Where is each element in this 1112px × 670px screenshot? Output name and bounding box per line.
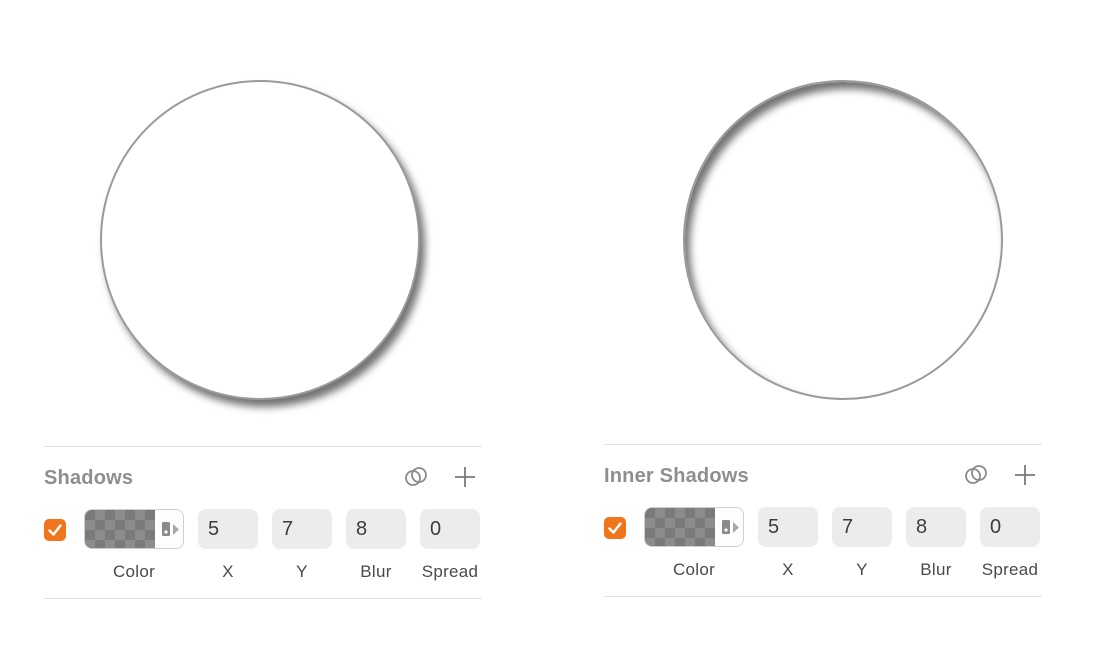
shadow-spread-input[interactable]: 0 xyxy=(420,509,480,549)
checkmark-icon xyxy=(608,522,622,534)
plus-icon[interactable] xyxy=(452,464,478,490)
spread-label: Spread xyxy=(421,562,479,581)
divider xyxy=(604,444,1042,445)
shadow-x-input[interactable]: 5 xyxy=(198,509,258,549)
divider xyxy=(44,446,482,447)
inner-shadow-blur-input[interactable]: 8 xyxy=(906,507,966,547)
inner-shadow-color-well[interactable] xyxy=(644,507,744,547)
inner-shadow-x-input[interactable]: 5 xyxy=(758,507,818,547)
shadow-blur-input[interactable]: 8 xyxy=(346,509,406,549)
panel-title: Shadows xyxy=(44,467,134,489)
shadow-color-well[interactable] xyxy=(84,509,184,549)
color-label: Color xyxy=(672,560,716,579)
x-label: X xyxy=(782,560,794,579)
spread-label: Spread xyxy=(981,560,1039,579)
y-label: Y xyxy=(296,562,308,581)
inner-shadows-panel: Inner Shadows 5 7 8 0 Color X Y Blur Spr… xyxy=(604,444,1042,599)
inner-shadow-y-input[interactable]: 7 xyxy=(832,507,892,547)
shadows-panel: Shadows 5 7 8 0 Color X Y Blur Spread xyxy=(44,446,482,601)
plus-icon[interactable] xyxy=(1012,462,1038,488)
color-label: Color xyxy=(112,562,156,581)
color-swatch xyxy=(85,510,155,548)
x-label: X xyxy=(222,562,234,581)
color-picker-icon[interactable] xyxy=(155,510,183,548)
link-rings-icon[interactable] xyxy=(403,464,429,490)
drop-shadow-preview-circle xyxy=(100,80,420,400)
panel-title: Inner Shadows xyxy=(604,465,749,487)
blur-label: Blur xyxy=(360,562,392,581)
blur-label: Blur xyxy=(920,560,952,579)
color-swatch xyxy=(645,508,715,546)
checkmark-icon xyxy=(48,524,62,536)
y-label: Y xyxy=(856,560,868,579)
color-picker-icon[interactable] xyxy=(715,508,743,546)
enable-inner-shadow-checkbox[interactable] xyxy=(604,517,626,539)
shadow-y-input[interactable]: 7 xyxy=(272,509,332,549)
link-rings-icon[interactable] xyxy=(963,462,989,488)
divider xyxy=(604,596,1042,597)
divider xyxy=(44,598,482,599)
inner-shadow-preview-circle xyxy=(683,80,1003,400)
inner-shadow-spread-input[interactable]: 0 xyxy=(980,507,1040,547)
enable-shadow-checkbox[interactable] xyxy=(44,519,66,541)
